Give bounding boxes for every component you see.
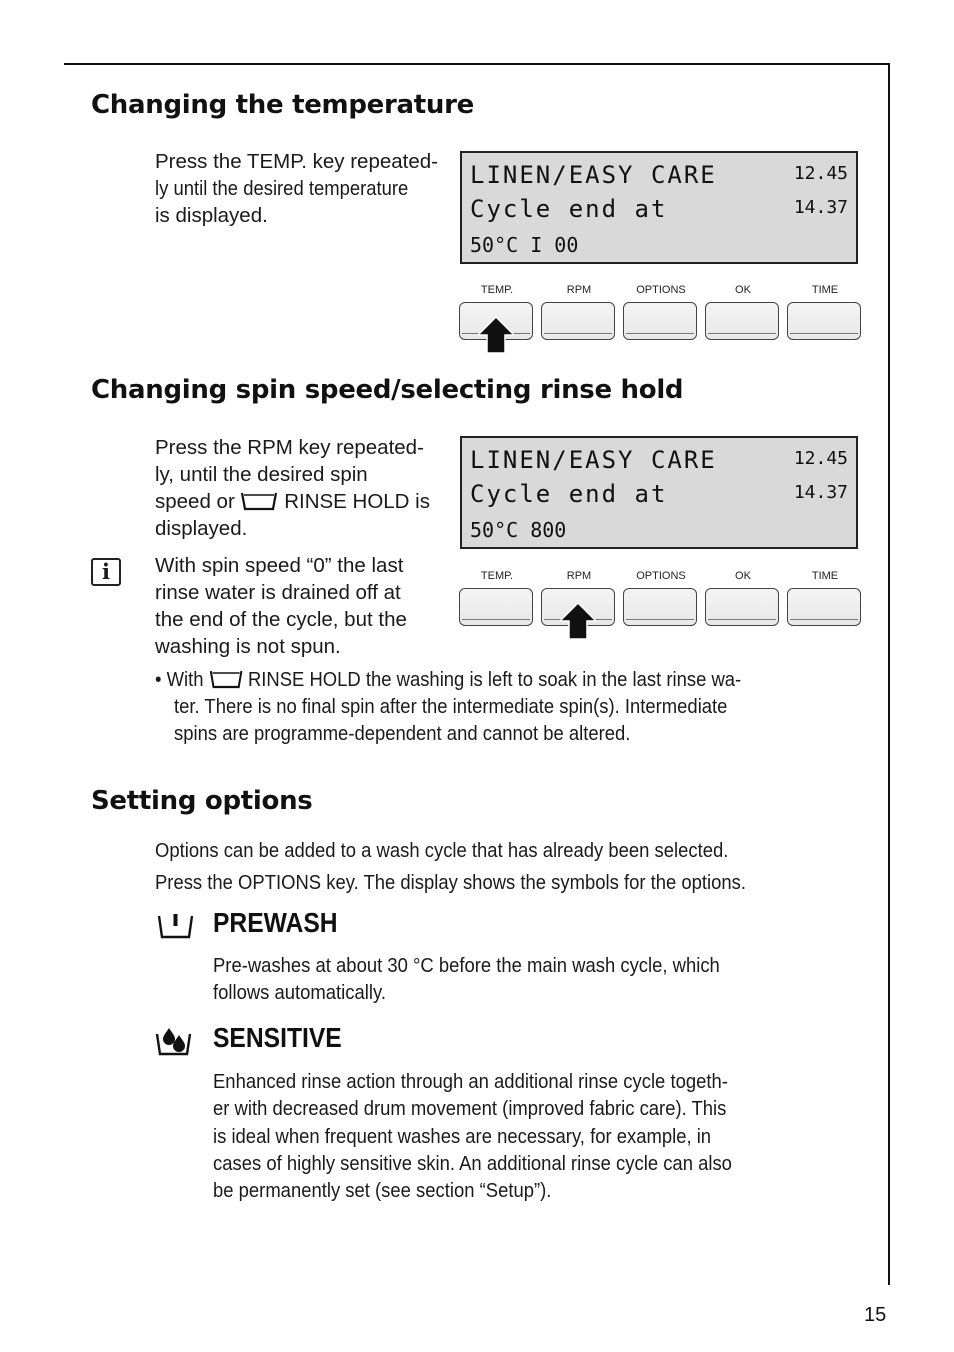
key-label-time: TIME — [811, 570, 839, 582]
prewash-tub-icon — [157, 914, 194, 939]
spin-text-line: displayed. — [155, 517, 248, 540]
temp-text-line: ly until the desired temperature — [155, 177, 409, 200]
lcd-cycle-end-time: 14.37 — [793, 482, 848, 503]
temp-key[interactable] — [459, 588, 533, 626]
press-arrow-icon — [560, 603, 596, 639]
info-text-line: rinse water is drained off at — [155, 581, 401, 604]
page-number: 15 — [864, 1304, 887, 1326]
rinse-hold-tub-icon — [241, 492, 278, 511]
lcd-cycle-end-label: Cycle end at — [470, 480, 668, 508]
time-key[interactable] — [787, 302, 861, 340]
spin-text-line: speed or RINSE HOLD is — [155, 488, 430, 516]
ok-key[interactable] — [705, 302, 779, 340]
right-margin-rule — [888, 63, 890, 1285]
heading-changing-spin-speed: Changing spin speed/selecting rinse hold — [91, 375, 684, 405]
prewash-title: PREWASH — [213, 907, 338, 938]
sensitive-text-line: Enhanced rinse action through an additio… — [213, 1070, 728, 1093]
key-label-rpm: RPM — [566, 570, 592, 582]
top-rule — [64, 63, 890, 65]
lcd-display-temperature: LINEN/EASY CARE 12.45 Cycle end at 14.37 5… — [460, 151, 858, 264]
options-intro-line: Press the OPTIONS key. The display shows… — [155, 871, 747, 894]
prewash-text-line: follows automatically. — [213, 981, 386, 1004]
lcd-display-spin: LINEN/EASY CARE 12.45 Cycle end at 14.37 5… — [460, 436, 858, 549]
key-label-rpm: RPM — [566, 284, 592, 296]
key-label-ok: OK — [735, 570, 751, 582]
bullet-text-line: spins are programme-dependent and cannot… — [174, 722, 631, 745]
key-label-options: OPTIONS — [636, 284, 686, 296]
sensitive-title: SENSITIVE — [213, 1022, 342, 1053]
options-key[interactable] — [623, 302, 697, 340]
ok-key[interactable] — [705, 588, 779, 626]
time-key[interactable] — [787, 588, 861, 626]
key-label-ok: OK — [735, 284, 751, 296]
lcd-time: 12.45 — [793, 448, 848, 469]
key-label-temp: TEMP. — [480, 570, 514, 582]
options-intro-line: Options can be added to a wash cycle tha… — [155, 839, 729, 862]
rinse-hold-bullet: • With RINSE HOLD the washing is left to… — [155, 666, 741, 694]
info-icon: i — [91, 558, 121, 586]
sensitive-text-line: cases of highly sensitive skin. An addit… — [213, 1152, 732, 1175]
spin-text-line: ly, until the desired spin — [155, 463, 368, 486]
keypad-temperature: TEMP. RPM OPTIONS OK TIME — [456, 284, 866, 354]
lcd-cycle-end-time: 14.37 — [793, 197, 848, 218]
key-label-temp: TEMP. — [480, 284, 514, 296]
sensitive-text-line: er with decreased drum movement (improve… — [213, 1097, 727, 1120]
spin-text-speed-or: speed or — [155, 490, 235, 513]
lcd-time: 12.45 — [793, 163, 848, 184]
bullet-text-line: ter. There is no final spin after the in… — [174, 695, 728, 718]
lcd-temp-spin: 50°C 800 — [470, 518, 567, 542]
keypad-spin: TEMP. RPM OPTIONS OK TIME — [456, 570, 866, 640]
temp-text-line: is displayed. — [155, 204, 268, 227]
info-text-line: With spin speed “0” the last — [155, 554, 404, 577]
options-key[interactable] — [623, 588, 697, 626]
lcd-cycle-end-label: Cycle end at — [470, 195, 668, 223]
spin-text-rinse-hold: RINSE HOLD is — [284, 490, 430, 513]
heading-changing-temperature: Changing the temperature — [91, 90, 474, 120]
lcd-programme: LINEN/EASY CARE — [470, 446, 717, 474]
info-text-line: the end of the cycle, but the — [155, 608, 407, 631]
bullet-text: RINSE HOLD the washing is left to soak i… — [247, 668, 742, 691]
bullet-with: • With — [155, 668, 204, 691]
press-arrow-icon — [478, 317, 514, 353]
info-text-line: washing is not spun. — [155, 635, 341, 658]
rinse-hold-tub-icon — [209, 670, 242, 689]
rpm-key[interactable] — [541, 302, 615, 340]
sensitive-text-line: be permanently set (see section “Setup”)… — [213, 1179, 552, 1202]
lcd-programme: LINEN/EASY CARE — [470, 161, 717, 189]
key-label-options: OPTIONS — [636, 570, 686, 582]
key-label-time: TIME — [811, 284, 839, 296]
spin-text-line: Press the RPM key repeated- — [155, 436, 424, 459]
sensitive-drops-icon — [155, 1028, 192, 1056]
temp-text-line: Press the TEMP. key repeated- — [155, 150, 438, 173]
heading-setting-options: Setting options — [91, 786, 313, 816]
prewash-text-line: Pre-washes at about 30 °C before the mai… — [213, 954, 720, 977]
sensitive-text-line: is ideal when frequent washes are necess… — [213, 1125, 712, 1148]
lcd-temp-spin: 50°C I 00 — [470, 233, 579, 257]
